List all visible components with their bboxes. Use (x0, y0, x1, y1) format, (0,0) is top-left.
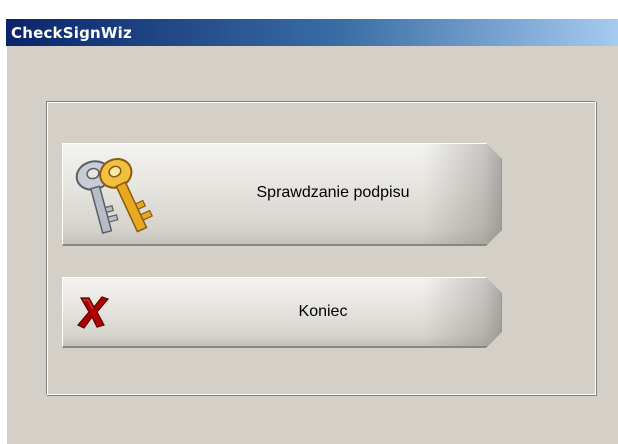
check-signature-label: Sprawdzanie podpisu (256, 184, 410, 201)
button-corner (486, 230, 502, 246)
end-label: Koniec (298, 303, 348, 320)
end-button[interactable]: Koniec (62, 277, 502, 348)
main-window: CheckSignWiz Sprawdzanie podpisu Koniec (6, 19, 618, 444)
title-bar[interactable]: CheckSignWiz (6, 19, 618, 46)
red-x-icon (77, 296, 110, 329)
keys-icon (75, 157, 153, 235)
check-signature-button[interactable]: Sprawdzanie podpisu (62, 143, 502, 246)
window-title: CheckSignWiz (11, 23, 132, 42)
button-corner (486, 143, 502, 159)
button-corner (486, 277, 502, 293)
button-corner (486, 332, 502, 348)
